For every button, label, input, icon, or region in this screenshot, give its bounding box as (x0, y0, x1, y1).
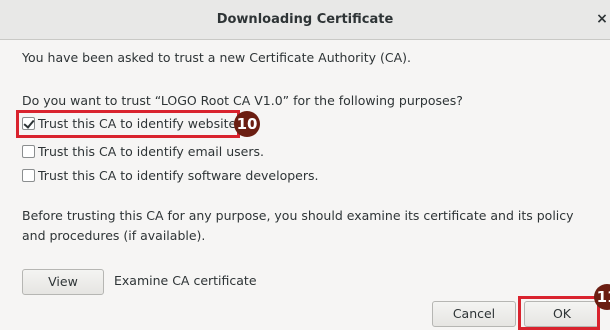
close-icon[interactable]: × (594, 10, 610, 28)
option-identify-email-users[interactable]: Trust this CA to identify email users. (22, 141, 264, 161)
view-button[interactable]: View (22, 269, 104, 295)
title-bar: Downloading Certificate × (0, 0, 610, 40)
certificate-dialog: Downloading Certificate × You have been … (0, 0, 610, 330)
checkbox-email-users[interactable] (22, 144, 35, 158)
dialog-title: Downloading Certificate (216, 12, 394, 27)
intro-text: You have been asked to trust a new Certi… (22, 50, 411, 65)
question-text: Do you want to trust “LOGO Root CA V1.0”… (22, 93, 463, 108)
checkbox-software-developers[interactable] (22, 168, 35, 182)
option-identify-websites[interactable]: Trust this CA to identify websites. (22, 113, 247, 133)
dialog-body: You have been asked to trust a new Certi… (0, 40, 610, 330)
option-label-email-users: Trust this CA to identify email users. (38, 143, 264, 159)
option-label-websites: Trust this CA to identify websites. (38, 115, 247, 131)
checkbox-websites[interactable] (22, 116, 35, 130)
option-identify-software-developers[interactable]: Trust this CA to identify software devel… (22, 165, 319, 185)
ok-button[interactable]: OK (524, 301, 600, 327)
cancel-button[interactable]: Cancel (432, 301, 516, 327)
view-caption: Examine CA certificate (114, 273, 257, 288)
option-label-software-developers: Trust this CA to identify software devel… (38, 167, 319, 183)
examine-note: Before trusting this CA for any purpose,… (22, 208, 574, 243)
step-badge-websites: 10 (234, 111, 260, 137)
